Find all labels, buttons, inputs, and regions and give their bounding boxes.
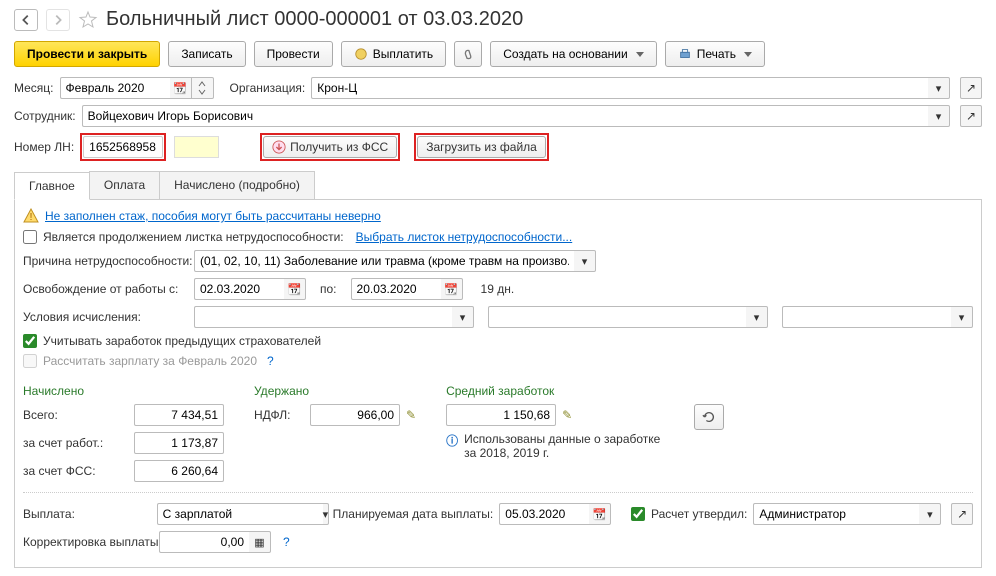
get-from-fss-button[interactable]: Получить из ФСС <box>263 136 397 158</box>
withheld-title: Удержано <box>254 384 416 398</box>
accrued-title: Начислено <box>23 384 224 398</box>
approver-input[interactable] <box>753 503 919 525</box>
payout-date-label: Планируемая дата выплаты: <box>333 507 494 521</box>
month-input[interactable] <box>60 77 170 99</box>
dropdown-icon[interactable]: ▾ <box>928 77 950 99</box>
dropdown-icon[interactable]: ▾ <box>928 105 950 127</box>
tab-main[interactable]: Главное <box>14 172 90 200</box>
absence-label: Освобождение от работы с: <box>23 282 188 296</box>
chevron-down-icon <box>636 52 644 57</box>
info-icon: ⓘ <box>446 432 458 449</box>
calculator-icon[interactable]: ▦ <box>249 531 271 553</box>
condition2-input[interactable] <box>488 306 746 328</box>
load-from-file-button[interactable]: Загрузить из файла <box>417 136 546 158</box>
refresh-icon <box>702 410 716 424</box>
correction-input[interactable] <box>159 531 249 553</box>
approved-label: Расчет утвердил: <box>651 507 747 521</box>
calendar-icon[interactable]: 📆 <box>441 278 463 300</box>
printer-icon <box>678 47 692 61</box>
absence-to-input[interactable] <box>351 278 441 300</box>
attach-button[interactable] <box>454 41 482 67</box>
dropdown-icon[interactable]: ▾ <box>452 306 474 328</box>
ndfl-input[interactable] <box>310 404 400 426</box>
payout-input[interactable] <box>157 503 323 525</box>
open-org-button[interactable]: ↗ <box>960 77 982 99</box>
pay-button[interactable]: Выплатить <box>341 41 447 67</box>
continuation-checkbox[interactable] <box>23 230 37 244</box>
ln-number-input[interactable] <box>83 136 163 158</box>
download-icon <box>272 140 286 154</box>
post-button[interactable]: Провести <box>254 41 333 67</box>
ln-extra-field[interactable] <box>174 136 219 158</box>
ndfl-label: НДФЛ: <box>254 408 304 422</box>
print-button[interactable]: Печать <box>665 41 765 67</box>
avg-earn-input[interactable] <box>446 404 556 426</box>
forward-button[interactable] <box>46 9 70 31</box>
warning-link[interactable]: Не заполнен стаж, пособия могут быть рас… <box>45 209 381 223</box>
back-button[interactable] <box>14 9 38 31</box>
avg-earn-title: Средний заработок <box>446 384 664 398</box>
dropdown-icon[interactable]: ▾ <box>919 503 941 525</box>
org-input[interactable] <box>311 77 928 99</box>
chevron-down-icon <box>744 52 752 57</box>
dropdown-icon[interactable]: ▾ <box>323 503 330 525</box>
select-sheet-link[interactable]: Выбрать листок нетрудоспособности... <box>356 230 573 244</box>
reason-label: Причина нетрудоспособности: <box>23 254 188 268</box>
ln-label: Номер ЛН: <box>14 140 74 154</box>
help-icon[interactable]: ? <box>267 354 274 368</box>
payout-date-input[interactable] <box>499 503 589 525</box>
calendar-icon[interactable]: 📆 <box>284 278 306 300</box>
prev-insurers-label: Учитывать заработок предыдущих страховат… <box>43 334 321 348</box>
total-input[interactable] <box>134 404 224 426</box>
employee-label: Сотрудник: <box>14 109 76 123</box>
svg-text:!: ! <box>30 212 33 223</box>
employer-label: за счет работ.: <box>23 436 128 450</box>
fss-label: за счет ФСС: <box>23 464 128 478</box>
star-icon <box>78 10 98 30</box>
correction-label: Корректировка выплаты: <box>23 535 153 549</box>
refresh-button[interactable] <box>694 404 724 430</box>
reason-input[interactable] <box>194 250 574 272</box>
dropdown-icon[interactable]: ▾ <box>574 250 596 272</box>
fss-input[interactable] <box>134 460 224 482</box>
pencil-icon[interactable]: ✎ <box>406 408 416 422</box>
org-label: Организация: <box>230 81 306 95</box>
tab-calculated[interactable]: Начислено (подробно) <box>159 171 315 199</box>
approved-checkbox[interactable] <box>631 507 645 521</box>
total-label: Всего: <box>23 408 128 422</box>
help-icon[interactable]: ? <box>283 535 290 549</box>
calc-salary-label: Рассчитать зарплату за Февраль 2020 <box>43 354 257 368</box>
post-close-button[interactable]: Провести и закрыть <box>14 41 160 67</box>
prev-insurers-checkbox[interactable] <box>23 334 37 348</box>
avg-earn-info: Использованы данные о заработке за 2018,… <box>464 432 664 460</box>
warning-icon: ! <box>23 208 39 224</box>
condition3-input[interactable] <box>782 306 951 328</box>
dropdown-icon[interactable]: ▾ <box>951 306 973 328</box>
month-label: Месяц: <box>14 81 54 95</box>
conditions-label: Условия исчисления: <box>23 310 188 324</box>
continuation-label: Является продолжением листка нетрудоспос… <box>43 230 344 244</box>
paperclip-icon <box>461 47 475 61</box>
condition1-input[interactable] <box>194 306 452 328</box>
page-title: Больничный лист 0000-000001 от 03.03.202… <box>106 8 523 31</box>
absence-from-input[interactable] <box>194 278 284 300</box>
coins-icon <box>354 47 368 61</box>
employee-input[interactable] <box>82 105 928 127</box>
calendar-icon[interactable]: 📆 <box>589 503 611 525</box>
stepper-icon[interactable] <box>192 77 214 99</box>
dropdown-icon[interactable]: ▾ <box>746 306 768 328</box>
pencil-icon[interactable]: ✎ <box>562 408 572 422</box>
absence-to-label: по: <box>320 282 337 296</box>
create-based-button[interactable]: Создать на основании <box>490 41 657 67</box>
employer-input[interactable] <box>134 432 224 454</box>
open-approver-button[interactable]: ↗ <box>951 503 973 525</box>
payout-label: Выплата: <box>23 507 151 521</box>
save-button[interactable]: Записать <box>168 41 245 67</box>
days-label: 19 дн. <box>481 282 515 296</box>
calendar-icon[interactable]: 📆 <box>170 77 192 99</box>
calc-salary-checkbox <box>23 354 37 368</box>
tab-payment[interactable]: Оплата <box>89 171 160 199</box>
open-employee-button[interactable]: ↗ <box>960 105 982 127</box>
